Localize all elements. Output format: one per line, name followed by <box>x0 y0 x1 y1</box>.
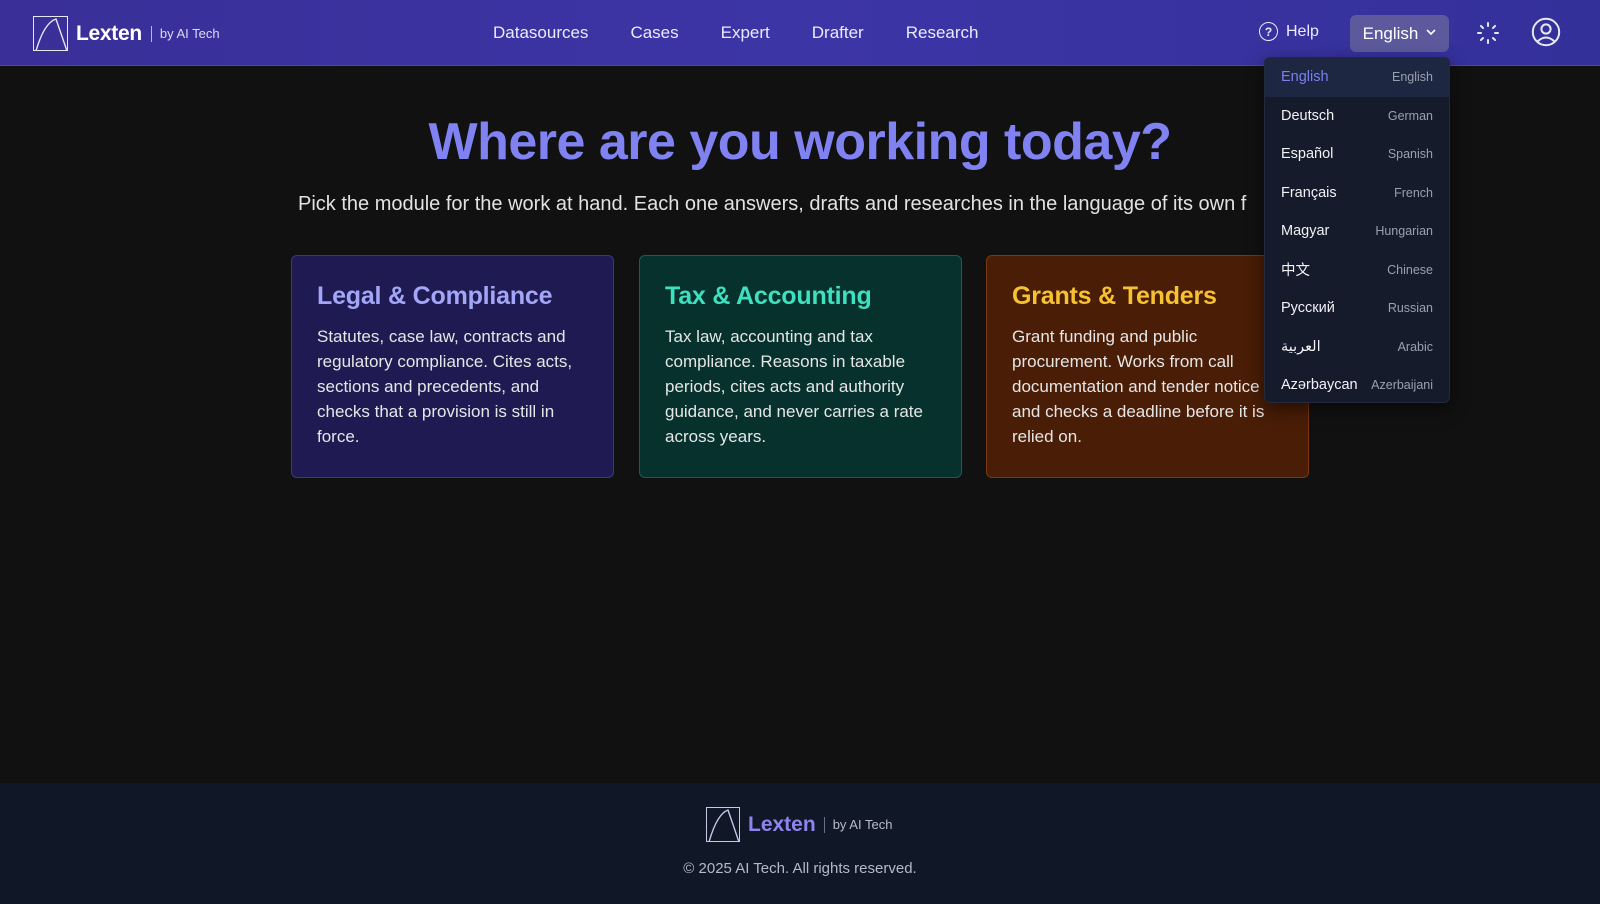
language-english-name: German <box>1387 108 1433 123</box>
language-option-german[interactable]: Deutsch German <box>1265 97 1449 136</box>
language-english-name: Chinese <box>1387 262 1433 277</box>
module-card-grants[interactable]: Grants & Tenders Grant funding and publi… <box>986 255 1309 478</box>
language-english-name: English <box>1392 70 1433 85</box>
nav-cases[interactable]: Cases <box>630 23 678 43</box>
footer-brand-byline: by AI Tech <box>832 817 893 832</box>
brand-byline: by AI Tech <box>159 26 220 41</box>
lexten-logo-icon <box>706 807 740 842</box>
language-option-russian[interactable]: Русский Russian <box>1265 289 1449 328</box>
language-native-name: Français <box>1281 184 1337 201</box>
language-native-name: Deutsch <box>1281 107 1335 124</box>
module-card-title: Grants & Tenders <box>1012 282 1217 310</box>
help-label: Help <box>1286 22 1319 40</box>
help-circle-icon: ? <box>1259 22 1278 41</box>
page-subtitle: Pick the module for the work at hand. Ea… <box>298 193 1247 215</box>
footer-brand-name: Lexten <box>748 812 816 836</box>
lexten-logo-icon <box>33 16 68 51</box>
footer-brand[interactable]: Lexten by AI Tech <box>706 807 892 842</box>
main-nav: Datasources Cases Expert Drafter Researc… <box>493 0 1021 66</box>
theme-loading-icon[interactable] <box>1476 21 1500 45</box>
language-option-azerbaijani[interactable]: Azərbaycan Azerbaijani <box>1265 366 1449 402</box>
module-card-description: Statutes, case law, contracts and regula… <box>317 327 573 446</box>
language-english-name: French <box>1394 185 1433 200</box>
language-native-name: Azərbaycan <box>1281 377 1358 394</box>
language-english-name: Spanish <box>1387 147 1433 162</box>
module-card-tax[interactable]: Tax & Accounting Tax law, accounting and… <box>639 255 962 478</box>
language-selector-label: English <box>1362 23 1419 43</box>
nav-research[interactable]: Research <box>906 23 979 43</box>
nav-drafter[interactable]: Drafter <box>812 23 864 43</box>
module-card-title: Tax & Accounting <box>665 282 872 310</box>
footer-brand-divider <box>823 816 825 833</box>
chevron-down-icon <box>1426 28 1436 39</box>
language-option-french[interactable]: Français French <box>1265 174 1449 213</box>
language-selector-button[interactable]: English <box>1350 15 1449 52</box>
nav-datasources[interactable]: Datasources <box>493 23 588 43</box>
language-option-english[interactable]: English English <box>1265 58 1449 97</box>
language-native-name: العربية <box>1281 338 1321 355</box>
language-english-name: Russian <box>1387 301 1433 316</box>
language-native-name: English <box>1281 69 1329 86</box>
language-native-name: Español <box>1281 146 1334 163</box>
language-option-arabic[interactable]: العربية Arabic <box>1265 328 1449 367</box>
brand-divider <box>150 25 152 42</box>
module-card-description: Grant funding and public procurement. Wo… <box>1012 327 1265 446</box>
copyright-text: © 2025 AI Tech. All rights reserved. <box>683 860 917 877</box>
language-dropdown-menu: English English Deutsch German Español S… <box>1264 57 1450 403</box>
brand-name: Lexten <box>76 21 142 45</box>
language-option-hungarian[interactable]: Magyar Hungarian <box>1265 212 1449 251</box>
brand-logo-link[interactable]: Lexten by AI Tech <box>33 16 220 51</box>
language-option-spanish[interactable]: Español Spanish <box>1265 135 1449 174</box>
help-link[interactable]: ? Help <box>1259 22 1319 41</box>
module-card-title: Legal & Compliance <box>317 282 553 310</box>
language-native-name: Magyar <box>1281 223 1330 240</box>
language-english-name: Hungarian <box>1375 224 1433 239</box>
module-card-description: Tax law, accounting and tax compliance. … <box>665 327 923 446</box>
language-option-chinese[interactable]: 中文 Chinese <box>1265 251 1449 290</box>
module-card-legal[interactable]: Legal & Compliance Statutes, case law, c… <box>291 255 614 478</box>
language-english-name: Arabic <box>1397 339 1433 354</box>
user-account-icon[interactable] <box>1531 17 1561 47</box>
nav-expert[interactable]: Expert <box>721 23 770 43</box>
language-native-name: 中文 <box>1281 263 1310 280</box>
page-footer: Lexten by AI Tech © 2025 AI Tech. All ri… <box>0 783 1600 904</box>
language-native-name: Русский <box>1281 300 1335 317</box>
language-english-name: Azerbaijani <box>1371 378 1433 393</box>
